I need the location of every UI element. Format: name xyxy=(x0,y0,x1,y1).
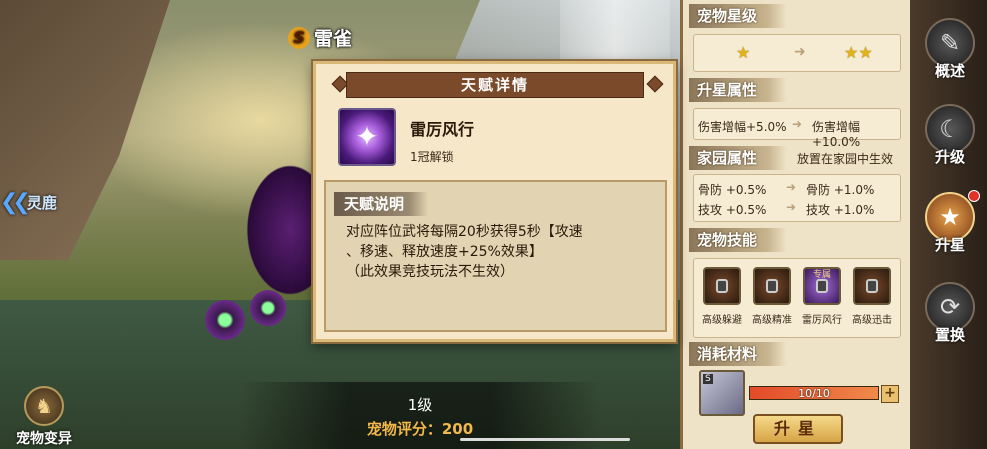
rank-badge: S xyxy=(288,26,310,49)
home-attr-current: 骨防 +0.5% xyxy=(698,183,767,197)
talent-description-box: 天赋说明 对应阵位武将每隔20秒获得5秒【攻速 、移速、释放速度+25%效果】 … xyxy=(324,180,667,332)
material-title: 消耗材料 xyxy=(689,342,788,366)
notification-dot xyxy=(968,190,980,202)
tab-star-up[interactable]: ★ 升星 xyxy=(920,190,980,255)
home-attr-box: 骨防 +0.5% ➜ 骨防 +1.0% 技攻 +0.5% ➜ 技攻 +1.0% xyxy=(693,174,901,222)
mutate-label: 宠物变异 xyxy=(16,431,72,447)
arrow-right-icon: ➜ xyxy=(792,117,803,131)
description-line: 、移速、释放速度+25%效果】 xyxy=(346,244,543,260)
pet-skills-box: 高级躲避 高级精准 专属 雷厉风行 高级迅击 xyxy=(693,258,901,338)
star-up-button[interactable]: 升星 xyxy=(753,414,843,444)
material-rank-badge: S xyxy=(703,374,713,384)
tab-label: 置换 xyxy=(934,326,965,344)
talent-icon: ✦ xyxy=(338,108,396,166)
upgrade-attr-box: 伤害增幅+5.0% ➜ 伤害增幅+10.0% xyxy=(693,108,901,149)
tab-overview[interactable]: ✎ 概述 xyxy=(920,18,980,81)
home-attr-next: 骨防 +1.0% xyxy=(806,183,875,197)
skill-slot[interactable]: 高级精准 xyxy=(750,267,794,326)
skill-name: 高级迅击 xyxy=(852,315,892,326)
pet-score: 宠物评分：200 xyxy=(366,420,474,438)
arrow-right-icon: ➜ xyxy=(794,44,806,60)
tab-swap[interactable]: ⟳ 置换 xyxy=(920,282,980,345)
header-ornament xyxy=(646,75,664,93)
skill-slot[interactable]: 高级躲避 xyxy=(700,267,744,326)
prev-pet-label: 灵鹿 xyxy=(26,194,57,212)
home-attr-next: 技攻 +1.0% xyxy=(806,203,875,217)
pet-name-label: S 雷雀 xyxy=(288,24,352,51)
skill-name: 雷厉风行 xyxy=(802,315,842,326)
star-icon: ★ xyxy=(736,43,751,62)
mutate-icon: ♞ xyxy=(24,386,64,426)
pet-mutate-button[interactable]: ♞ 宠物变异 xyxy=(4,386,84,449)
star-level-title: 宠物星级 xyxy=(689,4,788,28)
tab-label: 升级 xyxy=(934,148,965,166)
skill-icon: 专属 xyxy=(803,267,841,305)
pet-level: 1级 xyxy=(407,396,433,414)
material-item-icon[interactable]: S xyxy=(699,370,745,416)
skill-icon xyxy=(853,267,891,305)
star-icon: ★★ xyxy=(844,43,873,62)
skill-name: 高级精准 xyxy=(752,315,792,326)
pet-detail-panel: 宠物星级 ★ ➜ ★★ 升星属性 伤害增幅+5.0% ➜ 伤害增幅+10.0% … xyxy=(680,0,910,449)
upgrade-attr-current: 伤害增幅+5.0% xyxy=(698,120,787,134)
skill-name: 高级躲避 xyxy=(702,315,742,326)
prev-pet-button[interactable]: ❮❮ 灵鹿 xyxy=(0,190,57,215)
cliff-left xyxy=(0,0,170,260)
scroll-indicator xyxy=(460,438,630,441)
tab-upgrade[interactable]: ☾ 升级 xyxy=(920,104,980,167)
pet-skills-title: 宠物技能 xyxy=(689,228,788,252)
tab-label: 升星 xyxy=(934,236,965,254)
home-attr-title: 家园属性 xyxy=(689,146,788,170)
skill-icon xyxy=(753,267,791,305)
lock-icon xyxy=(866,279,878,293)
description-line: 对应阵位武将每隔20秒获得5秒【攻速 xyxy=(346,224,583,240)
home-attr-note: 放置在家园中生效 xyxy=(797,152,894,166)
arrow-right-icon: ➜ xyxy=(786,180,797,194)
description-text: 对应阵位武将每隔20秒获得5秒【攻速 、移速、释放速度+25%效果】 （此效果竞… xyxy=(346,222,656,282)
feather-decoration xyxy=(205,300,245,340)
skill-slot-exclusive[interactable]: 专属 雷厉风行 xyxy=(800,267,844,326)
talent-name: 雷厉风行 xyxy=(410,120,475,139)
lock-icon xyxy=(766,279,778,293)
arrow-right-icon: ➜ xyxy=(786,200,797,214)
pet-name: 雷雀 xyxy=(314,28,353,50)
dialog-title: 天赋详情 xyxy=(346,72,644,98)
description-title: 天赋说明 xyxy=(334,192,429,216)
skill-slot[interactable]: 高级迅击 xyxy=(850,267,894,326)
talent-detail-dialog: 天赋详情 ✦ 雷厉风行 1冠解锁 天赋说明 对应阵位武将每隔20秒获得5秒【攻速… xyxy=(313,61,676,342)
material-progress-bar: 10/10 xyxy=(749,386,879,400)
skill-icon xyxy=(703,267,741,305)
lock-icon xyxy=(716,279,728,293)
add-material-button[interactable]: + xyxy=(881,385,899,403)
material-count: 10/10 xyxy=(798,387,830,400)
home-attr-current: 技攻 +0.5% xyxy=(698,203,767,217)
description-line: （此效果竞技玩法不生效） xyxy=(346,264,514,280)
upgrade-attr-title: 升星属性 xyxy=(689,78,788,102)
side-tab-bar: ✎ 概述 ☾ 升级 ★ 升星 ⟳ 置换 xyxy=(910,0,987,449)
feather-decoration xyxy=(250,290,286,326)
chevron-left-icon: ❮❮ xyxy=(0,190,31,215)
lock-icon xyxy=(816,279,828,293)
upgrade-attr-next: 伤害增幅+10.0% xyxy=(812,120,861,149)
tab-label: 概述 xyxy=(934,62,965,80)
star-level-box: ★ ➜ ★★ xyxy=(693,34,901,72)
talent-unlock-requirement: 1冠解锁 xyxy=(410,150,454,164)
